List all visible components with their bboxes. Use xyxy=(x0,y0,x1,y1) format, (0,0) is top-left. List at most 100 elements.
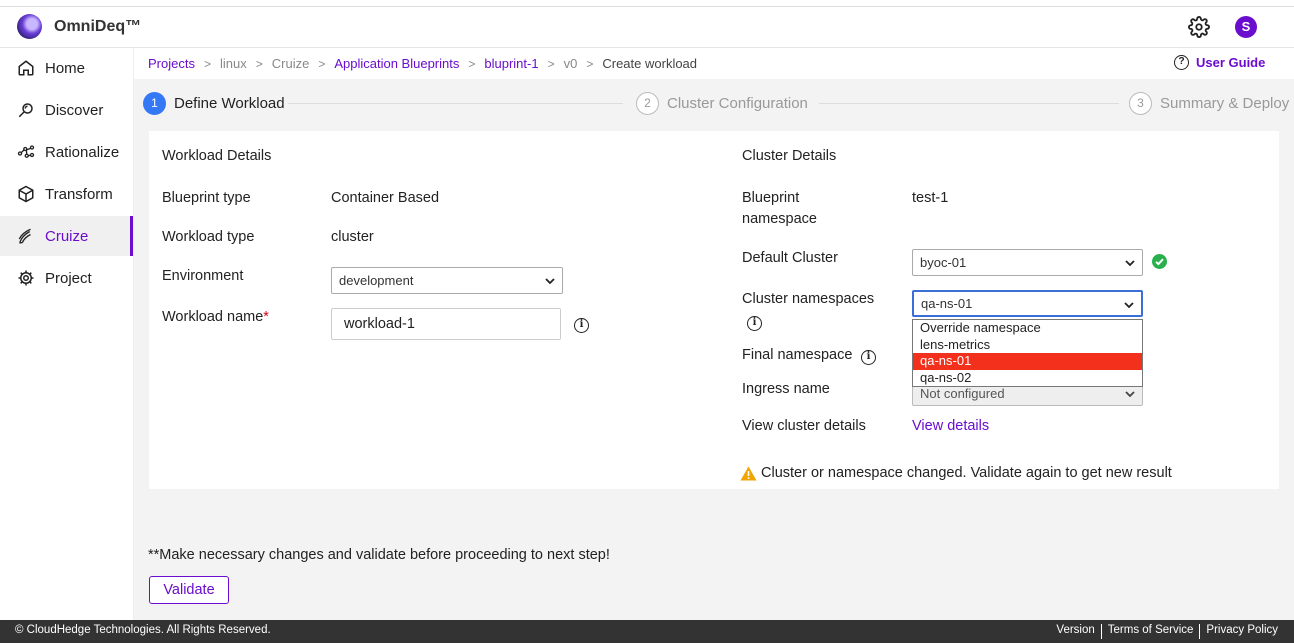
sidebar-item-discover[interactable]: Discover xyxy=(0,90,133,130)
workload-type-value: cluster xyxy=(331,229,374,245)
warning-text: Cluster or namespace changed. Validate a… xyxy=(761,465,1172,481)
step-label: Define Workload xyxy=(174,95,285,112)
home-icon xyxy=(18,60,34,76)
sidebar-item-project[interactable]: Project xyxy=(0,258,133,298)
step-cluster-configuration[interactable]: 2 Cluster Configuration xyxy=(636,92,808,115)
breadcrumb: Projects > linux > Cruize > Application … xyxy=(148,56,697,71)
gear-icon xyxy=(18,270,34,286)
workload-name-label-text: Workload name xyxy=(162,309,264,325)
breadcrumb-bluprint-1[interactable]: bluprint-1 xyxy=(484,56,538,71)
step-connector xyxy=(819,103,1119,104)
breadcrumb-projects[interactable]: Projects xyxy=(148,56,195,71)
namespace-option-selected[interactable]: qa-ns-01 xyxy=(913,353,1142,370)
environment-selected-value: development xyxy=(339,273,414,288)
final-namespace-label: Final namespace xyxy=(742,347,853,363)
breadcrumb-separator: > xyxy=(468,56,476,71)
environment-select[interactable]: development xyxy=(331,267,563,294)
chevron-down-icon xyxy=(1125,391,1135,398)
validation-note: **Make necessary changes and validate be… xyxy=(148,547,610,563)
brand-name: OmniDeq™ xyxy=(54,18,142,35)
sidebar-item-label: Transform xyxy=(45,185,113,203)
blueprint-namespace-label-line1: Blueprint xyxy=(742,190,800,206)
warning-icon xyxy=(740,466,757,480)
sidebar-item-label: Home xyxy=(45,59,86,77)
footer-link-privacy[interactable]: Privacy Policy xyxy=(1206,624,1278,639)
settings-gear-icon[interactable] xyxy=(1188,16,1210,38)
view-cluster-details-label: View cluster details xyxy=(742,418,866,434)
environment-label: Environment xyxy=(162,268,244,284)
user-avatar[interactable]: S xyxy=(1235,16,1257,38)
namespace-option[interactable]: Override namespace xyxy=(913,320,1142,337)
workload-type-label: Workload type xyxy=(162,229,255,245)
chevron-down-icon xyxy=(1125,260,1135,267)
cluster-namespaces-selected-value: qa-ns-01 xyxy=(921,296,973,311)
user-guide-label: User Guide xyxy=(1196,55,1266,70)
rationalize-icon xyxy=(17,145,35,158)
step-summary-deploy[interactable]: 3 Summary & Deploy xyxy=(1129,92,1289,115)
omnideq-logo[interactable] xyxy=(17,14,42,39)
breadcrumb-separator: > xyxy=(547,56,555,71)
cube-icon xyxy=(18,185,34,203)
workload-name-label: Workload name* xyxy=(162,307,269,328)
workload-form-card: Workload Details Blueprint type Containe… xyxy=(149,131,1279,489)
sidebar-item-cruize[interactable]: Cruize xyxy=(0,216,133,256)
chevron-down-icon xyxy=(1124,302,1134,309)
sidebar-item-home[interactable]: Home xyxy=(0,48,133,88)
footer-divider xyxy=(1100,624,1102,639)
blueprint-namespace-value: test-1 xyxy=(912,190,949,206)
step-number: 1 xyxy=(143,92,166,115)
workload-name-input[interactable]: workload-1 xyxy=(331,308,561,340)
step-number: 3 xyxy=(1129,92,1152,115)
cluster-namespaces-select[interactable]: qa-ns-01 xyxy=(912,290,1143,317)
sidebar-item-label: Rationalize xyxy=(45,143,120,161)
namespace-option[interactable]: lens-metrics xyxy=(913,337,1142,354)
top-header: OmniDeq™ S xyxy=(0,6,1294,48)
namespace-option[interactable]: qa-ns-02 xyxy=(913,370,1142,387)
info-icon[interactable]: i xyxy=(574,318,589,333)
breadcrumb-separator: > xyxy=(586,56,594,71)
ingress-name-label: Ingress name xyxy=(742,381,830,397)
sidebar-item-transform[interactable]: Transform xyxy=(0,174,133,214)
sidebar: Home Discover Rationalize Transform Crui… xyxy=(0,48,134,620)
info-icon[interactable]: i xyxy=(861,350,876,365)
breadcrumb-application-blueprints[interactable]: Application Blueprints xyxy=(334,56,459,71)
main-content: Projects > linux > Cruize > Application … xyxy=(134,48,1294,620)
discover-icon xyxy=(18,103,33,118)
cluster-details-title: Cluster Details xyxy=(742,148,837,164)
blueprint-type-label: Blueprint type xyxy=(162,190,251,206)
footer: © CloudHedge Technologies. All Rights Re… xyxy=(0,620,1294,643)
step-define-workload[interactable]: 1 Define Workload xyxy=(143,92,285,115)
footer-link-version[interactable]: Version xyxy=(1056,624,1094,639)
blueprint-type-value: Container Based xyxy=(331,190,440,206)
copyright-text: © CloudHedge Technologies. All Rights Re… xyxy=(15,624,271,636)
step-number: 2 xyxy=(636,92,659,115)
breadcrumb-current-page: Create workload xyxy=(602,56,698,71)
info-icon[interactable]: i xyxy=(747,316,762,331)
cluster-namespaces-label: Cluster namespaces xyxy=(742,291,875,307)
validate-button[interactable]: Validate xyxy=(149,576,229,604)
breadcrumb-bar: Projects > linux > Cruize > Application … xyxy=(134,48,1294,79)
breadcrumb-linux: linux xyxy=(219,56,247,71)
view-details-link[interactable]: View details xyxy=(912,418,989,434)
footer-divider xyxy=(1199,624,1201,639)
sidebar-item-label: Project xyxy=(45,269,92,287)
default-cluster-selected-value: byoc-01 xyxy=(920,255,967,270)
footer-link-terms[interactable]: Terms of Service xyxy=(1108,624,1194,639)
user-guide-link[interactable]: ? User Guide xyxy=(1174,55,1265,70)
step-label: Summary & Deploy xyxy=(1160,95,1290,112)
breadcrumb-separator: > xyxy=(318,56,326,71)
ingress-selected-value: Not configured xyxy=(920,385,1005,401)
help-circle-icon: ? xyxy=(1174,55,1189,70)
cruize-icon xyxy=(18,228,31,244)
default-cluster-label: Default Cluster xyxy=(742,250,838,266)
step-connector xyxy=(288,103,623,104)
default-cluster-select[interactable]: byoc-01 xyxy=(912,249,1143,276)
blueprint-namespace-label: Blueprint namespace xyxy=(742,188,817,230)
chevron-down-icon xyxy=(545,278,555,285)
sidebar-item-rationalize[interactable]: Rationalize xyxy=(0,132,133,172)
workload-details-title: Workload Details xyxy=(162,148,272,164)
footer-links: Version Terms of Service Privacy Policy xyxy=(1056,624,1278,639)
check-circle-icon xyxy=(1152,254,1167,269)
breadcrumb-separator: > xyxy=(255,56,263,71)
validation-warning: Cluster or namespace changed. Validate a… xyxy=(740,465,1172,481)
